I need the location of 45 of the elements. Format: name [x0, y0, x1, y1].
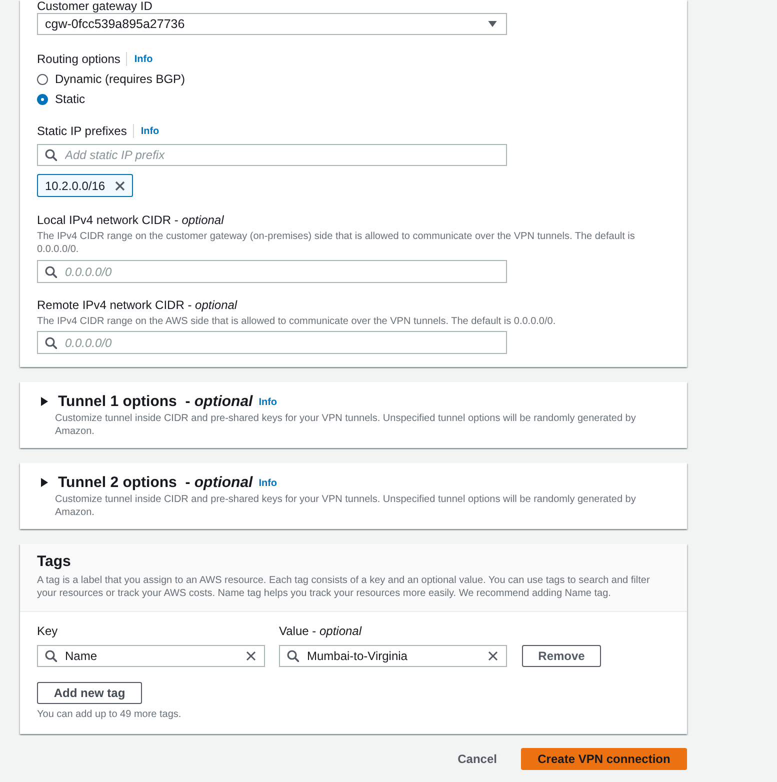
section-description: Customize tunnel inside CIDR and pre-shared keys for your VPN tunnels. Unspecified tunnel options will be randomly generated by Amazon.	[54, 493, 637, 519]
search-field[interactable]: 0.0.0.0/0	[37, 260, 507, 283]
routing-option[interactable]: Dynamic (requires BGP)	[37, 69, 670, 89]
info-link[interactable]: Info	[258, 397, 278, 408]
field-description: The IPv4 CIDR range on the AWS side that is allowed to communicate over the VPN tunnels. The default is 0.0.0.0/0.	[37, 315, 557, 328]
radio-icon[interactable]	[37, 94, 48, 104]
search-icon	[45, 336, 57, 348]
field-label: Value - optional	[279, 624, 363, 638]
key-field[interactable]: Name	[37, 645, 265, 667]
section-title: Tunnel 1 options - optional	[58, 392, 253, 410]
value-field[interactable]: Mumbai-to-Virginia	[279, 645, 507, 667]
search-icon	[287, 650, 299, 662]
add-tag-button[interactable]: Add new tag	[37, 682, 142, 704]
field-description: The IPv4 CIDR range on the customer gateway (on-premises) side that is allowed to communicate over the VPN tunnels. The default is 0.0.0.0/0.	[37, 230, 636, 256]
section-title: Tunnel 2 options - optional	[58, 474, 253, 490]
search-icon	[45, 650, 57, 662]
field-label: Static IP prefixes	[37, 124, 127, 138]
section-description: Customize tunnel inside CIDR and pre-shared keys for your VPN tunnels. Unspecified tunnel options will be randomly generated by Amazon.	[54, 412, 637, 438]
info-link[interactable]: Info	[134, 54, 153, 64]
hint-text: You can add up to 49 more tags.	[37, 709, 182, 721]
caret-right-icon[interactable]	[41, 396, 48, 406]
field-label: Routing options	[37, 52, 120, 66]
clear-icon[interactable]	[246, 651, 256, 661]
section-description: A tag is a label that you assign to an AWS resource. Each tag consists of a key and an optional value. You can use tags to search and filter your resources or track your AWS costs. Name tag helps you track your resources more easily. We recommend adding Name tag.	[37, 574, 651, 600]
info-link[interactable]: Info	[140, 126, 160, 136]
routing-option[interactable]: Static	[37, 89, 670, 109]
field-label: Key	[37, 624, 59, 638]
gateway-select[interactable]: cgw-0fcc539a895a27736	[37, 13, 507, 35]
search-icon	[45, 149, 57, 161]
token-label: 10.2.0.0/16	[45, 178, 106, 192]
search-field[interactable]: 0.0.0.0/0	[37, 331, 507, 354]
caret-right-icon[interactable]	[41, 478, 48, 486]
cancel-button[interactable]: Cancel	[452, 748, 503, 770]
clear-icon[interactable]	[488, 651, 498, 661]
section-title: Tags	[37, 552, 72, 572]
remove-button[interactable]: Remove	[522, 645, 601, 667]
info-link[interactable]: Info	[258, 478, 278, 489]
radio-icon[interactable]	[37, 74, 48, 84]
caret-down-icon	[488, 21, 497, 27]
field-label: Local IPv4 network CIDR - optional	[37, 213, 225, 227]
create-button[interactable]: Create VPN connection	[521, 748, 687, 770]
field-label: Customer gateway ID	[37, 0, 154, 13]
search-icon	[45, 266, 57, 278]
field-label: Remote IPv4 network CIDR - optional	[37, 298, 238, 312]
close-icon[interactable]	[115, 180, 126, 190]
